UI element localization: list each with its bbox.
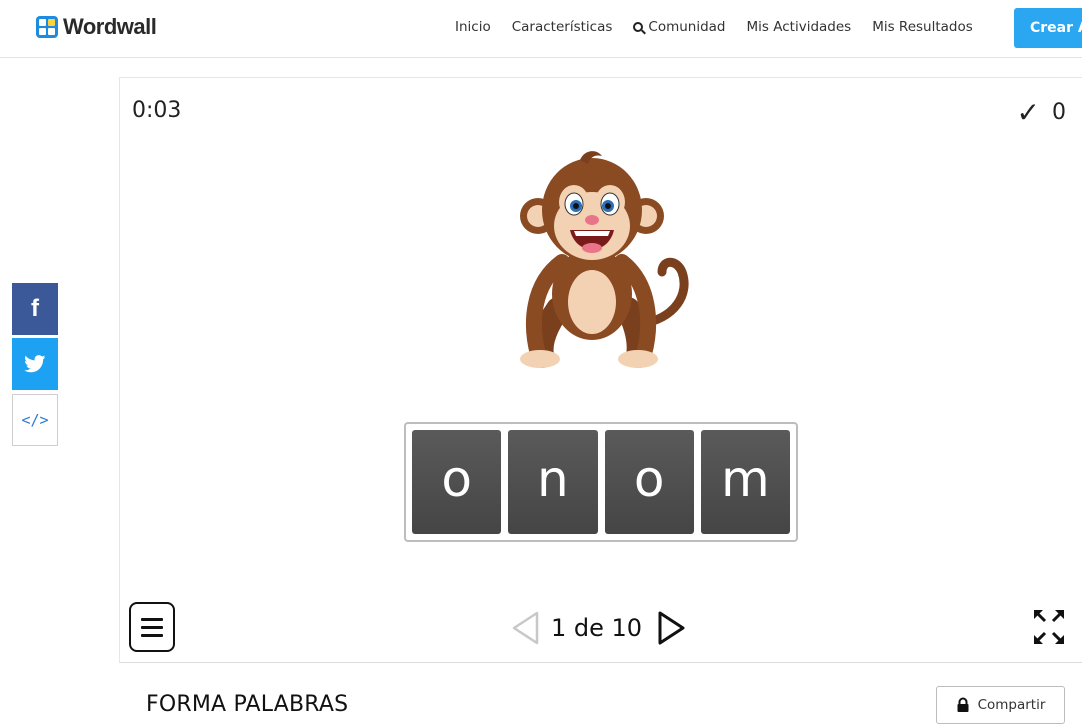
create-activity-button[interactable]: Crear A	[1014, 8, 1082, 48]
twitter-share-button[interactable]	[12, 338, 58, 390]
nav-inicio-label: Inicio	[455, 19, 491, 35]
nav-caracteristicas-label: Características	[511, 19, 613, 35]
main-nav: Inicio Características Comunidad Mis Act…	[455, 19, 994, 35]
letter-tile[interactable]: o	[604, 430, 694, 534]
embed-code-icon: </>	[21, 411, 49, 429]
menu-icon-line	[141, 617, 163, 621]
lock-icon	[957, 697, 969, 712]
activity-title-bar: FORMA PALABRAS Compartir	[119, 664, 1082, 724]
triangle-left-icon	[512, 611, 539, 645]
brand-name: Wordwall	[63, 14, 157, 39]
nav-comunidad[interactable]: Comunidad	[633, 19, 726, 35]
letter-tiles: o n o m	[404, 422, 798, 542]
score-counter: ✓ 0	[1017, 96, 1066, 129]
activity-panel: 0:03 ✓ 0 o n o m 1 de 10	[119, 77, 1082, 663]
top-navigation-bar: Wordwall Inicio Características Comunida…	[0, 0, 1082, 58]
check-icon: ✓	[1016, 96, 1040, 129]
nav-mis-resultados[interactable]: Mis Resultados	[872, 19, 973, 35]
embed-button[interactable]: </>	[12, 394, 58, 446]
facebook-share-button[interactable]: f	[12, 283, 58, 335]
share-label: Compartir	[977, 697, 1046, 713]
wordwall-logo-icon	[36, 16, 58, 38]
search-icon	[633, 22, 644, 32]
fullscreen-button[interactable]	[1030, 604, 1068, 650]
nav-mis-actividades[interactable]: Mis Actividades	[747, 19, 852, 35]
facebook-icon: f	[31, 295, 39, 322]
fullscreen-icon	[1033, 609, 1065, 645]
wordwall-logo[interactable]: Wordwall	[36, 12, 157, 42]
next-button[interactable]	[654, 608, 690, 648]
page-indicator: 1 de 10	[551, 614, 643, 642]
nav-comunidad-label: Comunidad	[648, 19, 726, 35]
activity-title: FORMA PALABRAS	[146, 692, 349, 717]
menu-button[interactable]	[129, 602, 175, 652]
menu-icon-line	[141, 633, 163, 637]
pagination: 1 de 10	[507, 608, 690, 648]
score-value: 0	[1052, 100, 1066, 125]
letter-tile[interactable]: m	[700, 430, 790, 534]
menu-icon-line	[141, 625, 163, 629]
previous-button[interactable]	[507, 608, 543, 648]
nav-mis-resultados-label: Mis Resultados	[872, 19, 973, 35]
letter-tile[interactable]: n	[508, 430, 598, 534]
letter-tile[interactable]: o	[412, 430, 502, 534]
nav-inicio[interactable]: Inicio	[455, 19, 491, 35]
triangle-right-icon	[658, 611, 685, 645]
share-button[interactable]: Compartir	[936, 686, 1065, 724]
twitter-icon	[24, 355, 46, 373]
nav-mis-actividades-label: Mis Actividades	[746, 19, 852, 35]
timer: 0:03	[132, 98, 182, 123]
monkey-illustration	[510, 144, 690, 374]
nav-caracteristicas[interactable]: Características	[512, 19, 613, 35]
